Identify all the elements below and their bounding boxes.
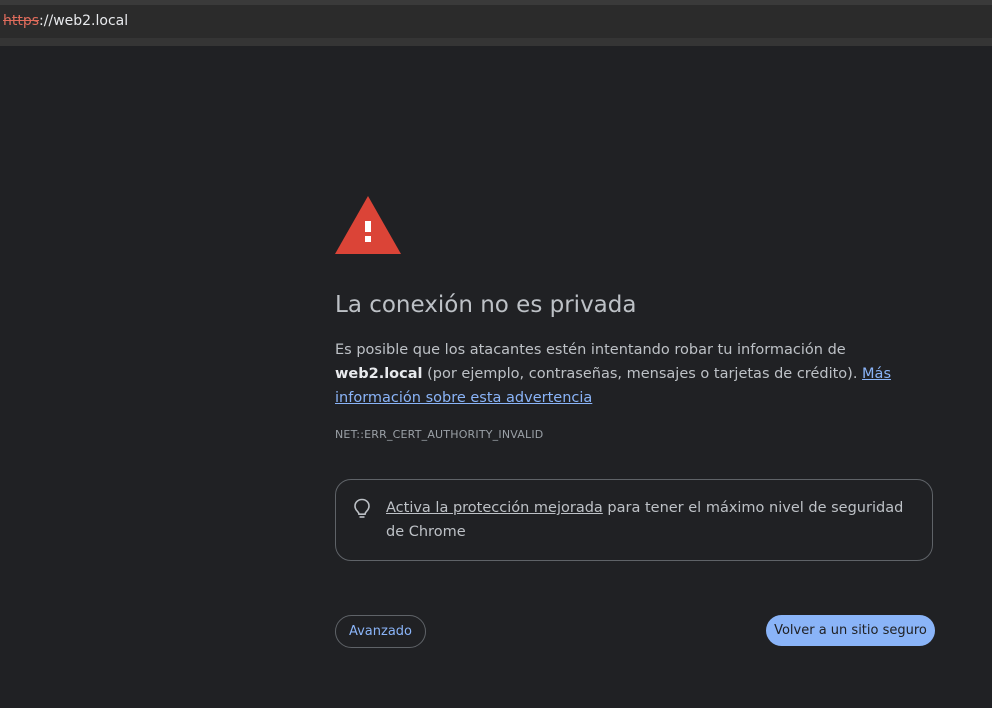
url-host: ://web2.local <box>39 13 129 29</box>
host-name: web2.local <box>335 366 423 382</box>
url-text[interactable]: https://web2.local <box>3 13 128 29</box>
enhanced-protection-text: Activa la protección mejorada para tener… <box>386 496 906 544</box>
back-to-safety-button[interactable]: Volver a un sitio seguro <box>766 615 935 646</box>
description-text-continued: (por ejemplo, contraseñas, mensajes o ta… <box>422 366 863 382</box>
url-scheme-insecure: https <box>3 13 40 29</box>
toolbar-divider <box>0 38 992 46</box>
enable-enhanced-protection-link[interactable]: Activa la protección mejorada <box>386 500 603 516</box>
address-bar[interactable]: https://web2.local <box>0 5 992 39</box>
warning-triangle-icon <box>335 196 401 254</box>
enhanced-protection-card: Activa la protección mejorada para tener… <box>335 479 933 561</box>
description-text: Es posible que los atacantes estén inten… <box>335 342 846 358</box>
warning-description: Es posible que los atacantes estén inten… <box>335 338 895 410</box>
page-title: La conexión no es privada <box>335 292 637 318</box>
error-code: NET::ERR_CERT_AUTHORITY_INVALID <box>335 428 544 441</box>
lightbulb-icon <box>354 498 370 518</box>
advanced-button[interactable]: Avanzado <box>335 615 426 648</box>
